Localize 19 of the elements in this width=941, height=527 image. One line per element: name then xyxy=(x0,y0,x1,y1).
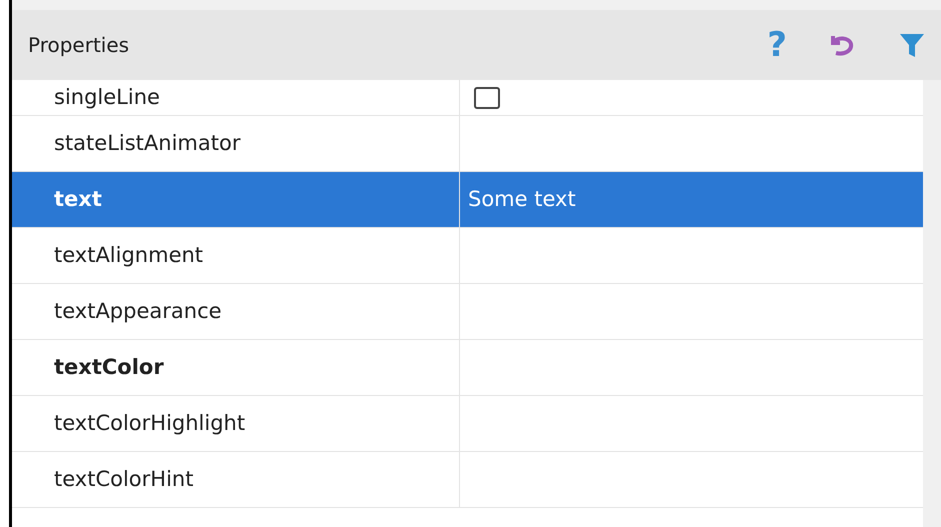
property-row[interactable]: textColorHint xyxy=(12,452,923,508)
property-row[interactable]: text Some text xyxy=(12,172,923,228)
property-row[interactable]: singleLine xyxy=(12,80,923,116)
property-name: text xyxy=(54,186,102,213)
property-name: stateListAnimator xyxy=(54,130,240,157)
property-name: singleLine xyxy=(54,84,160,111)
property-name: textColorHint xyxy=(54,466,194,493)
property-row[interactable]: textAppearance xyxy=(12,284,923,340)
property-row[interactable]: stateListAnimator xyxy=(12,116,923,172)
property-name: textAlignment xyxy=(54,242,204,269)
property-name: textColor xyxy=(54,354,164,381)
property-row[interactable]: textColor xyxy=(12,340,923,396)
property-row[interactable]: textColorHighlight xyxy=(12,396,923,452)
checkbox[interactable] xyxy=(474,86,500,108)
panel-title: Properties xyxy=(28,32,130,59)
property-name: textColorHighlight xyxy=(54,410,246,437)
property-value: Some text xyxy=(468,186,576,213)
property-row[interactable]: textAlignment xyxy=(12,228,923,284)
property-name: textAppearance xyxy=(54,298,222,325)
